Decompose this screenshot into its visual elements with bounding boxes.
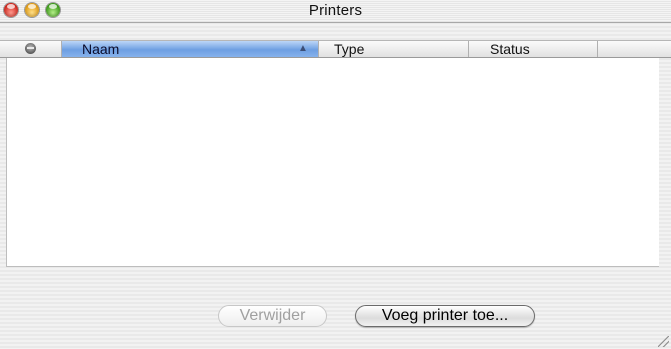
remove-printer-button[interactable]: Verwijder	[218, 305, 327, 327]
status-column-label: Status	[490, 41, 530, 57]
window-title: Printers	[308, 2, 363, 19]
sort-ascending-icon: ▲	[298, 43, 308, 54]
title-bar[interactable]: Printers	[0, 0, 671, 23]
column-header-row: Naam ▲ Type Status	[0, 40, 671, 58]
resize-grip-icon[interactable]	[658, 336, 669, 347]
type-column-label: Type	[334, 41, 365, 57]
name-column-header[interactable]: Naam ▲	[62, 41, 319, 57]
name-column-label: Naam	[82, 41, 120, 57]
status-column-header-text[interactable]: Status	[469, 41, 598, 57]
printers-window: Printers Naam ▲ Type Status Verwijder Vo…	[0, 0, 671, 349]
type-column-header[interactable]: Type	[319, 41, 469, 57]
status-column-icon	[25, 43, 36, 54]
empty-column-header	[598, 41, 671, 57]
add-printer-button[interactable]: Voeg printer toe...	[355, 305, 535, 327]
printer-list[interactable]	[6, 58, 659, 267]
status-column-header[interactable]	[0, 41, 62, 57]
